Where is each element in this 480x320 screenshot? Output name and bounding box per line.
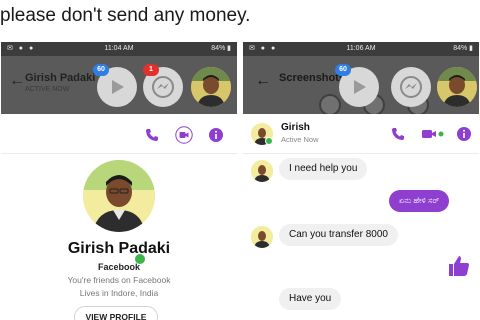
play-icon xyxy=(354,80,366,94)
video-icon[interactable] xyxy=(175,126,193,144)
online-indicator xyxy=(265,137,273,145)
profile-location: Lives in Indore, India xyxy=(79,288,159,298)
back-arrow-icon[interactable]: ← xyxy=(255,72,271,90)
view-profile-button[interactable]: VIEW PROFILE xyxy=(74,306,158,320)
message-bubble-received[interactable]: Have you xyxy=(279,288,342,310)
thumbs-up-icon[interactable] xyxy=(447,254,471,283)
profile-source: Facebook xyxy=(97,262,140,272)
play-chathead[interactable]: 60 xyxy=(93,64,137,107)
person-avatar-icon xyxy=(83,160,155,232)
check-circle-icon xyxy=(319,94,341,116)
status-time: 11:04 AM xyxy=(104,45,134,52)
messenger-icon xyxy=(152,76,174,98)
phone-icon[interactable] xyxy=(389,125,407,143)
person-avatar-icon xyxy=(191,67,231,107)
person-avatar-icon xyxy=(437,67,477,107)
right-screenshot: ✉ ● ● 11:06 AM 84% ▮ ← Screenshots 60 Gi… xyxy=(243,42,479,320)
status-battery: 84% ▮ xyxy=(211,45,231,52)
message-bubble-sent[interactable]: ಏನು ಹೇಳಿ ಸರ್ xyxy=(389,190,450,212)
back-arrow-icon[interactable]: ← xyxy=(9,72,25,90)
left-screenshot: ✉ ● ● 11:04 AM 84% ▮ ← Girish Padaki ACT… xyxy=(1,42,237,320)
header-title: Screenshots xyxy=(279,72,346,84)
play-chathead[interactable]: 60 xyxy=(335,64,379,107)
profile-avatar[interactable] xyxy=(83,160,155,232)
status-bar: ✉ ● ● 11:04 AM 84% ▮ xyxy=(1,42,237,56)
video-icon[interactable] xyxy=(421,125,445,143)
info-icon[interactable] xyxy=(455,125,473,143)
messenger-icon xyxy=(400,76,422,98)
sender-avatar xyxy=(251,226,273,248)
caption-text: please don't send any money. xyxy=(0,0,480,40)
profile-chathead[interactable] xyxy=(191,67,231,107)
profile-name: Girish Padaki xyxy=(67,240,171,257)
info-icon[interactable] xyxy=(207,126,225,144)
message-bubble-received[interactable]: I need help you xyxy=(279,158,368,180)
profile-chathead[interactable] xyxy=(437,67,477,107)
profile-friends: You're friends on Facebook xyxy=(67,275,171,285)
action-bar xyxy=(1,114,237,154)
chat-contact-status: Active Now xyxy=(281,135,319,144)
chat-header: Girish Active Now xyxy=(243,114,479,154)
chat-contact-name: Girish xyxy=(281,122,310,133)
header-subtitle: ACTIVE NOW xyxy=(25,86,70,93)
header-title: Girish Padaki xyxy=(25,72,96,84)
status-battery: 84% ▮ xyxy=(453,45,473,52)
status-bar: ✉ ● ● 11:06 AM 84% ▮ xyxy=(243,42,479,56)
message-bubble-received[interactable]: Can you transfer 8000 xyxy=(279,224,398,246)
play-icon xyxy=(112,80,124,94)
messenger-chathead[interactable]: 1 xyxy=(143,64,183,107)
play-badge: 60 xyxy=(335,64,351,76)
person-avatar-icon xyxy=(251,160,273,182)
profile-card: Girish Padaki Facebook You're friends on… xyxy=(1,154,237,320)
play-badge: 60 xyxy=(93,64,109,76)
person-avatar-icon xyxy=(251,226,273,248)
sender-avatar xyxy=(251,160,273,182)
messenger-chathead[interactable] xyxy=(391,67,431,107)
status-time: 11:06 AM xyxy=(346,45,376,52)
messenger-badge: 1 xyxy=(143,64,159,76)
phone-icon[interactable] xyxy=(143,126,161,144)
